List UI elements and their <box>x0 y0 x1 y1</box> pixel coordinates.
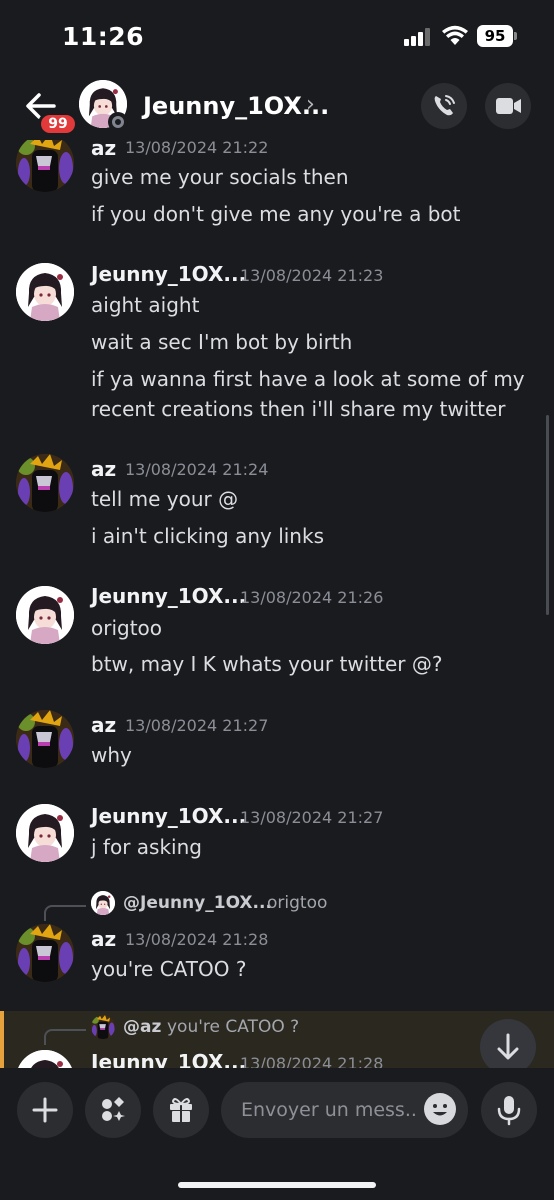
battery-indicator: 95 <box>477 25 517 47</box>
phone-icon <box>434 95 455 116</box>
offline-status-icon <box>108 112 128 132</box>
avatar[interactable] <box>16 454 74 512</box>
reply-connector <box>44 1029 86 1045</box>
gift-button[interactable] <box>153 1082 209 1138</box>
message-text: aight aight <box>91 293 200 317</box>
message-text: recent creations then i'll share my twit… <box>91 397 506 421</box>
message-author[interactable]: az <box>91 927 116 951</box>
avatar[interactable] <box>16 586 74 644</box>
apps-icon <box>102 1097 125 1121</box>
voice-message-button[interactable] <box>481 1082 537 1138</box>
message-timestamp: 13/08/2024 21:22 <box>125 140 269 157</box>
message-text: you're CATOO ? <box>91 957 247 981</box>
message-timestamp: 13/08/2024 21:27 <box>240 808 384 827</box>
reply-author[interactable]: @Jeunny_1OX... <box>123 893 272 913</box>
avatar[interactable] <box>16 924 74 982</box>
channel-header: 99 Jeunny_1OX... › <box>0 72 554 140</box>
message-author[interactable]: Jeunny_1OX... <box>91 1050 246 1068</box>
avatar[interactable] <box>16 804 74 862</box>
message-text: give me your socials then <box>91 165 349 189</box>
message-text: btw, may I K whats your twitter @? <box>91 652 443 676</box>
scrollbar[interactable] <box>546 415 549 615</box>
avatar[interactable] <box>16 263 74 321</box>
reply-preview[interactable]: origtoo <box>267 893 327 913</box>
video-call-button[interactable] <box>485 83 531 129</box>
reply-preview[interactable]: you're CATOO ? <box>167 1017 299 1037</box>
chevron-right-icon[interactable]: › <box>306 92 315 117</box>
reply-connector <box>44 905 86 921</box>
message-timestamp: 13/08/2024 21:28 <box>240 1054 384 1068</box>
message-list[interactable]: az 13/08/2024 21:22 give me your socials… <box>0 140 554 1068</box>
gift-icon <box>170 1098 192 1122</box>
message-timestamp: 13/08/2024 21:24 <box>125 460 269 479</box>
jump-to-present-button[interactable] <box>480 1019 536 1075</box>
message-timestamp: 13/08/2024 21:28 <box>125 930 269 949</box>
message-text: tell me your @ <box>91 487 239 511</box>
unread-badge: 99 <box>38 112 78 136</box>
message-timestamp: 13/08/2024 21:23 <box>240 266 384 285</box>
message-text: j for asking <box>91 835 202 859</box>
message-text: i ain't clicking any links <box>91 524 324 548</box>
plus-icon <box>32 1097 58 1123</box>
video-camera-icon <box>496 98 521 114</box>
arrow-down-icon <box>497 1033 519 1060</box>
status-bar: 11:26 95 <box>0 0 554 72</box>
channel-title[interactable]: Jeunny_1OX... <box>143 92 329 120</box>
emoji-icon <box>433 1104 447 1116</box>
message-timestamp: 13/08/2024 21:27 <box>125 716 269 735</box>
microphone-icon <box>497 1096 521 1126</box>
message-timestamp: 13/08/2024 21:26 <box>240 588 384 607</box>
home-indicator[interactable] <box>178 1182 376 1188</box>
message-author[interactable]: Jeunny_1OX... <box>91 584 246 608</box>
emoji-button[interactable] <box>424 1093 456 1125</box>
message-author[interactable]: az <box>91 140 116 160</box>
message-author[interactable]: Jeunny_1OX... <box>91 262 246 286</box>
message-input[interactable] <box>241 1082 421 1138</box>
clock: 11:26 <box>62 22 145 51</box>
message-author[interactable]: az <box>91 457 116 481</box>
apps-button[interactable] <box>85 1082 141 1138</box>
reply-author[interactable]: @az <box>123 1017 161 1037</box>
avatar <box>91 891 115 915</box>
avatar[interactable] <box>16 140 74 192</box>
message-author[interactable]: az <box>91 713 116 737</box>
message-text: origtoo <box>91 616 163 640</box>
voice-call-button[interactable] <box>421 83 467 129</box>
message-text: if ya wanna first have a look at some of… <box>91 367 525 391</box>
message-text: if you don't give me any you're a bot <box>91 202 461 226</box>
cellular-signal-icon <box>404 28 434 46</box>
message-composer <box>0 1068 554 1200</box>
message-text: wait a sec I'm bot by birth <box>91 330 353 354</box>
message-author[interactable]: Jeunny_1OX... <box>91 804 246 828</box>
avatar <box>91 1015 115 1039</box>
avatar[interactable] <box>16 710 74 768</box>
message-text: why <box>91 743 132 767</box>
wifi-icon <box>442 25 468 45</box>
attach-button[interactable] <box>17 1082 73 1138</box>
